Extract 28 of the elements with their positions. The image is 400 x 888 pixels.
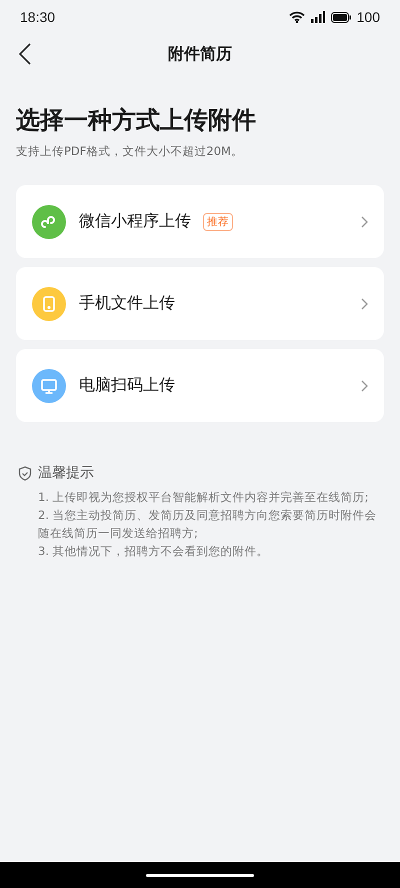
option-label: 手机文件上传 <box>79 293 175 314</box>
heading: 选择一种方式上传附件 <box>16 105 257 136</box>
status-time: 18:30 <box>20 9 56 25</box>
home-indicator[interactable] <box>146 874 254 876</box>
wifi-icon <box>288 11 305 23</box>
page-title: 附件简历 <box>168 44 232 64</box>
battery-level: 100 <box>356 9 380 25</box>
chevron-icon <box>361 298 368 310</box>
subtitle: 支持上传PDF格式，文件大小不超过20M。 <box>16 144 244 159</box>
tip-text: 2. 当您主动投简历、发简历及同意招聘方向您索要简历时附件会随在线简历一同发送给招聘方; <box>37 507 378 542</box>
option-label: 微信小程序上传 <box>79 211 191 232</box>
tip-text: 1. 上传即视为您授权平台智能解析文件内容并完善至在线简历; <box>37 489 370 506</box>
signal-icon <box>310 11 325 23</box>
upload-option[interactable]: 手机文件上传 <box>16 267 384 340</box>
back-icon[interactable] <box>19 43 31 65</box>
recommend-tag: 推荐 <box>203 212 233 230</box>
chevron-icon <box>361 380 368 392</box>
upload-option[interactable]: 微信小程序上传 推荐 <box>16 185 384 258</box>
upload-option[interactable]: 电脑扫码上传 <box>16 349 384 422</box>
battery-icon <box>330 12 351 22</box>
option-label: 电脑扫码上传 <box>79 375 175 396</box>
chevron-icon <box>361 216 368 228</box>
monitor-icon <box>32 368 66 402</box>
link-icon <box>32 204 66 238</box>
shield-icon <box>18 466 32 480</box>
tips-title: 温馨提示 <box>38 464 94 482</box>
tip-text: 3. 其他情况下，招聘方不会看到您的附件。 <box>37 543 270 560</box>
tablet-icon <box>32 286 66 320</box>
